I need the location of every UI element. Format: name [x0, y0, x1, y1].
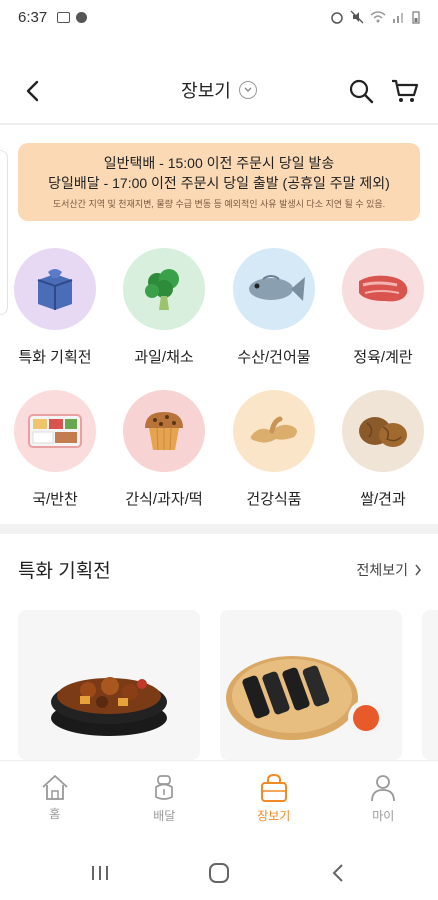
- category-health-food[interactable]: 건강식품: [219, 390, 329, 509]
- category-label: 간식/과자/떡: [125, 491, 203, 508]
- cart-button[interactable]: [390, 76, 420, 106]
- walnut-icon: [359, 417, 407, 447]
- cart-icon: [392, 79, 419, 102]
- section-divider: [0, 524, 438, 534]
- broccoli-icon: [145, 269, 179, 310]
- signal-icon: [393, 13, 403, 23]
- page-title: 장보기: [181, 81, 231, 102]
- section-title: 특화 기획전: [18, 561, 111, 582]
- category-special[interactable]: 특화 기획전: [0, 248, 110, 367]
- header-divider: [0, 123, 438, 125]
- product-card[interactable]: [422, 610, 438, 760]
- back-button[interactable]: [18, 76, 48, 106]
- search-button[interactable]: [346, 76, 376, 106]
- category-label: 수산/건어물: [237, 349, 311, 366]
- alarm-icon: [331, 12, 343, 24]
- nav-delivery-label: 배달: [153, 809, 176, 823]
- home-icon: [42, 775, 68, 800]
- notice-disclaimer: 도서산간 지역 및 천재지변, 물량 수급 변동 등 예외적인 사유 발생시 다…: [52, 199, 386, 209]
- chevron-down-icon: [238, 81, 257, 99]
- message-icon: [76, 11, 88, 23]
- nav-my[interactable]: 마이: [329, 761, 438, 830]
- category-circle: [123, 248, 205, 330]
- home-circle-icon: [208, 862, 229, 883]
- category-label: 국/반찬: [32, 491, 78, 508]
- special-section-header: 특화 기획전 전체보기: [18, 556, 422, 583]
- category-circle: [233, 390, 315, 472]
- nav-delivery[interactable]: 배달: [110, 761, 220, 830]
- nav-home[interactable]: 홈: [0, 761, 110, 830]
- category-soup-sidedish[interactable]: 국/반찬: [0, 390, 110, 509]
- nav-grocery-label: 장보기: [257, 809, 291, 823]
- lunchbox-icon: [28, 414, 82, 448]
- category-circle: [123, 390, 205, 472]
- nav-my-label: 마이: [372, 809, 395, 823]
- app-header: 장보기: [0, 60, 438, 120]
- product-image-braised-chicken: [51, 677, 167, 736]
- back-chevron-icon: [332, 863, 344, 882]
- category-circle: [342, 248, 424, 330]
- delivery-icon: [155, 775, 174, 800]
- nav-grocery[interactable]: 장보기: [219, 761, 329, 830]
- product-carousel[interactable]: [18, 610, 438, 760]
- product-card[interactable]: [220, 610, 402, 760]
- category-label: 건강식품: [246, 491, 302, 508]
- recent-apps-icon: [91, 865, 108, 880]
- category-circle: [342, 390, 424, 472]
- person-icon: [371, 775, 396, 802]
- title-dropdown[interactable]: 장보기: [181, 77, 257, 103]
- system-navigation-bar: [0, 845, 438, 900]
- home-system-button[interactable]: [199, 858, 239, 888]
- category-circle: [14, 390, 96, 472]
- bottom-navigation: 홈 배달 장보기 마이: [0, 760, 438, 830]
- product-image-kimbap: [226, 656, 384, 740]
- recent-apps-button[interactable]: [80, 858, 120, 888]
- nav-home-label: 홈: [49, 807, 61, 821]
- chevron-right-icon: [415, 564, 421, 575]
- battery-icon: [412, 11, 420, 24]
- category-seafood[interactable]: 수산/건어물: [219, 248, 329, 367]
- category-rice-nuts[interactable]: 쌀/견과: [328, 390, 438, 509]
- shopping-bag-icon: [260, 773, 287, 802]
- status-bar: 6:37: [0, 0, 438, 34]
- ginger-icon: [250, 416, 297, 443]
- fish-icon: [249, 275, 305, 301]
- back-system-button[interactable]: [318, 858, 358, 888]
- package-icon: [37, 269, 73, 310]
- category-label: 쌀/견과: [360, 491, 406, 508]
- view-all-button[interactable]: 전체보기: [356, 560, 422, 580]
- gallery-icon: [57, 11, 71, 23]
- category-circle: [14, 248, 96, 330]
- back-arrow-icon: [26, 80, 39, 102]
- category-label: 정육/계란: [353, 349, 413, 366]
- category-label: 과일/채소: [134, 349, 194, 366]
- category-snack[interactable]: 간식/과자/떡: [109, 390, 219, 509]
- wifi-icon: [370, 11, 386, 23]
- view-all-label: 전체보기: [356, 561, 408, 578]
- delivery-notice-banner: 일반택배 - 15:00 이전 주문시 당일 발송 당일배달 - 17:00 이…: [18, 143, 420, 221]
- muffin-icon: [145, 412, 183, 451]
- mute-icon: [350, 10, 364, 24]
- category-fruit-veg[interactable]: 과일/채소: [109, 248, 219, 367]
- status-time: 6:37: [18, 8, 48, 26]
- product-card[interactable]: [18, 610, 200, 760]
- notice-line-sameday: 당일배달 - 17:00 이전 주문시 당일 출발 (공휴일 주말 제외): [48, 175, 390, 191]
- category-meat-egg[interactable]: 정육/계란: [328, 248, 438, 367]
- category-circle: [233, 248, 315, 330]
- meat-icon: [359, 275, 408, 302]
- search-icon: [349, 79, 374, 104]
- notice-line-general: 일반택배 - 15:00 이전 주문시 당일 발송: [103, 155, 335, 171]
- category-label: 특화 기획전: [18, 349, 92, 366]
